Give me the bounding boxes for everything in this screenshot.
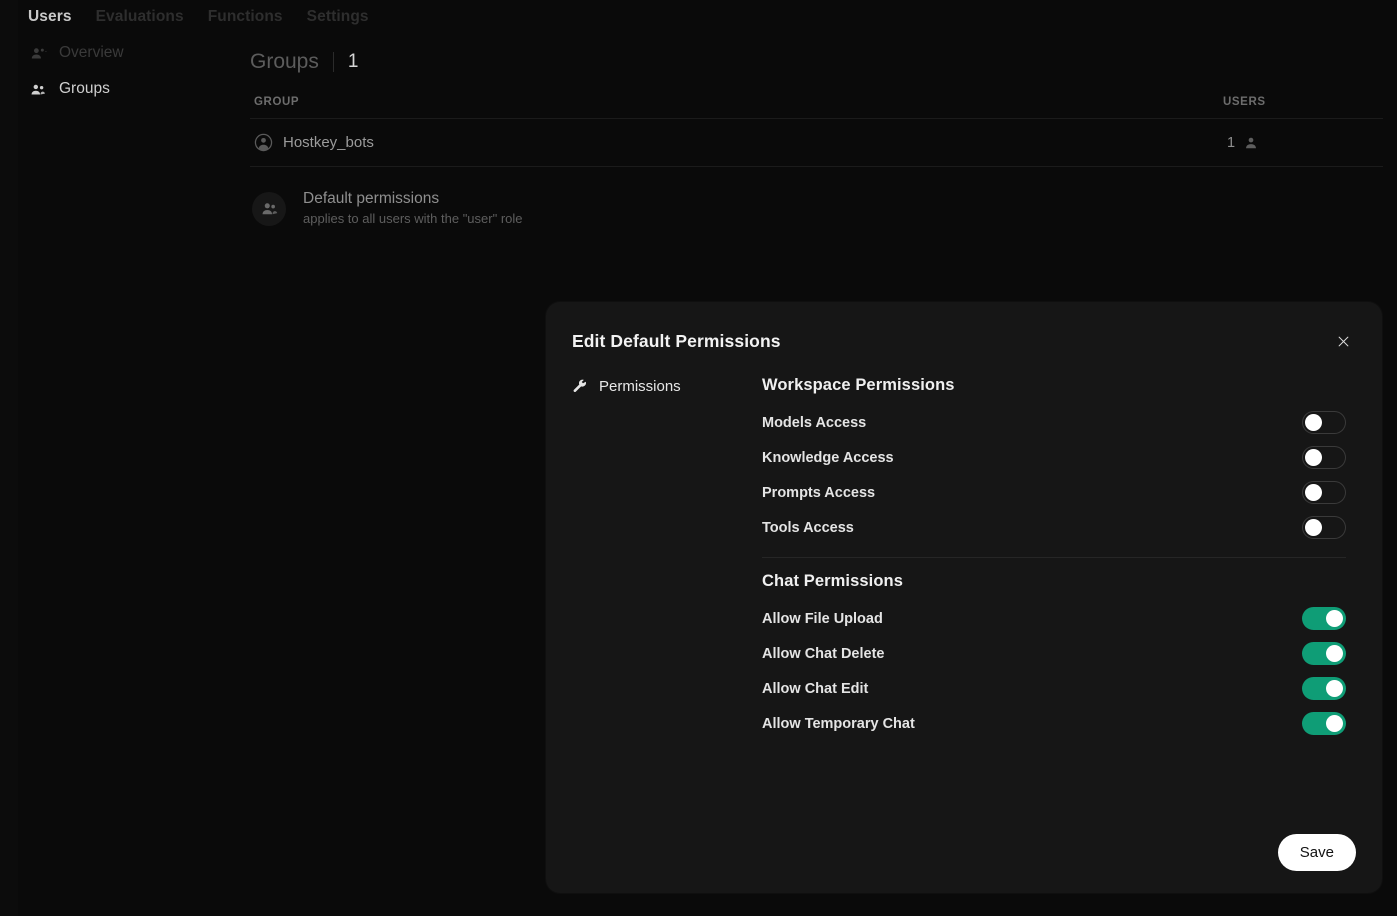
default-permissions-badge [252, 192, 286, 226]
permission-row-allow-chat-delete: Allow Chat Delete [762, 636, 1346, 671]
permission-label-prompts-access: Prompts Access [762, 485, 875, 501]
toggle-knob [1305, 484, 1322, 501]
toggle-knob [1326, 645, 1343, 662]
section-divider [762, 557, 1346, 558]
cell-group-name: Hostkey_bots [250, 119, 1223, 167]
sidebar-item-overview[interactable]: Overview [30, 44, 220, 62]
permission-label-allow-temporary-chat: Allow Temporary Chat [762, 716, 915, 732]
close-icon [1336, 334, 1351, 349]
groups-count: 1 [348, 51, 359, 73]
tab-evaluations[interactable]: Evaluations [96, 8, 184, 26]
groups-header: Groups 1 [250, 44, 1383, 80]
toggle-allow-chat-delete[interactable] [1302, 642, 1346, 665]
permission-row-tools-access: Tools Access [762, 510, 1346, 545]
sidebar-item-groups[interactable]: Groups [30, 80, 220, 98]
main-content: Groups 1 GROUP USERS [250, 44, 1383, 229]
toggle-models-access[interactable] [1302, 411, 1346, 434]
permission-label-tools-access: Tools Access [762, 520, 854, 536]
header-divider [333, 52, 334, 72]
default-permissions-subtitle: applies to all users with the "user" rol… [303, 210, 523, 229]
table-header-row: GROUP USERS [250, 96, 1383, 119]
users-icon [30, 45, 47, 62]
modal-tab-permissions[interactable]: Permissions [572, 378, 762, 395]
users-count-value: 1 [1227, 135, 1235, 151]
left-rail [0, 0, 18, 916]
section-title-chat: Chat Permissions [762, 572, 1346, 591]
column-header-users: USERS [1223, 96, 1383, 119]
permission-label-knowledge-access: Knowledge Access [762, 450, 894, 466]
toggle-allow-temporary-chat[interactable] [1302, 712, 1346, 735]
toggle-tools-access[interactable] [1302, 516, 1346, 539]
toggle-knob [1326, 610, 1343, 627]
sidebar: Overview Groups [30, 44, 220, 98]
groups-table: GROUP USERS Hostkey_bots [250, 96, 1383, 167]
toggle-knob [1305, 449, 1322, 466]
toggle-knob [1326, 680, 1343, 697]
modal-side-tabs: Permissions [572, 376, 762, 741]
tab-functions[interactable]: Functions [208, 8, 283, 26]
permission-row-allow-file-upload: Allow File Upload [762, 601, 1346, 636]
toggle-knob [1326, 715, 1343, 732]
toggle-knowledge-access[interactable] [1302, 446, 1346, 469]
sidebar-item-groups-label: Groups [59, 80, 110, 98]
page-title: Groups [250, 50, 319, 74]
permission-row-allow-temporary-chat: Allow Temporary Chat [762, 706, 1346, 741]
toggle-prompts-access[interactable] [1302, 481, 1346, 504]
group-name: Hostkey_bots [283, 134, 374, 151]
save-button[interactable]: Save [1278, 834, 1356, 871]
close-button[interactable] [1330, 328, 1356, 354]
toggle-allow-file-upload[interactable] [1302, 607, 1346, 630]
default-permissions-title: Default permissions [303, 189, 523, 210]
avatar-icon [254, 133, 273, 152]
tab-settings[interactable]: Settings [307, 8, 369, 26]
app-root: Users Evaluations Functions Settings Ove… [0, 0, 1397, 916]
wrench-icon [572, 379, 588, 395]
default-permissions-text: Default permissions applies to all users… [303, 189, 523, 229]
modal-tab-permissions-label: Permissions [599, 378, 681, 395]
toggle-allow-chat-edit[interactable] [1302, 677, 1346, 700]
modal-footer: Save [1278, 834, 1356, 871]
permission-row-knowledge-access: Knowledge Access [762, 440, 1346, 475]
column-header-group: GROUP [250, 96, 1223, 119]
top-tabbar: Users Evaluations Functions Settings [28, 0, 369, 34]
table-row[interactable]: Hostkey_bots 1 [250, 119, 1383, 167]
toggle-knob [1305, 519, 1322, 536]
toggle-knob [1305, 414, 1322, 431]
modal-body: Permissions Workspace Permissions Models… [546, 354, 1382, 741]
default-permissions-row[interactable]: Default permissions applies to all users… [250, 189, 1383, 229]
person-icon [1244, 136, 1258, 150]
permissions-panel: Workspace Permissions Models Access Know… [762, 376, 1356, 741]
permission-row-allow-chat-edit: Allow Chat Edit [762, 671, 1346, 706]
permission-row-models-access: Models Access [762, 405, 1346, 440]
permission-label-allow-chat-edit: Allow Chat Edit [762, 681, 868, 697]
cell-users-count: 1 [1223, 119, 1383, 167]
section-title-workspace: Workspace Permissions [762, 376, 1346, 395]
tab-users[interactable]: Users [28, 8, 72, 26]
modal-title: Edit Default Permissions [572, 331, 781, 352]
permission-row-prompts-access: Prompts Access [762, 475, 1346, 510]
people-icon [260, 199, 279, 218]
permission-label-allow-file-upload: Allow File Upload [762, 611, 883, 627]
modal-header: Edit Default Permissions [546, 302, 1382, 354]
permission-label-models-access: Models Access [762, 415, 866, 431]
sidebar-item-overview-label: Overview [59, 44, 124, 62]
permission-label-allow-chat-delete: Allow Chat Delete [762, 646, 884, 662]
edit-default-permissions-modal: Edit Default Permissions Permissions [546, 302, 1382, 893]
group-icon [30, 81, 47, 98]
